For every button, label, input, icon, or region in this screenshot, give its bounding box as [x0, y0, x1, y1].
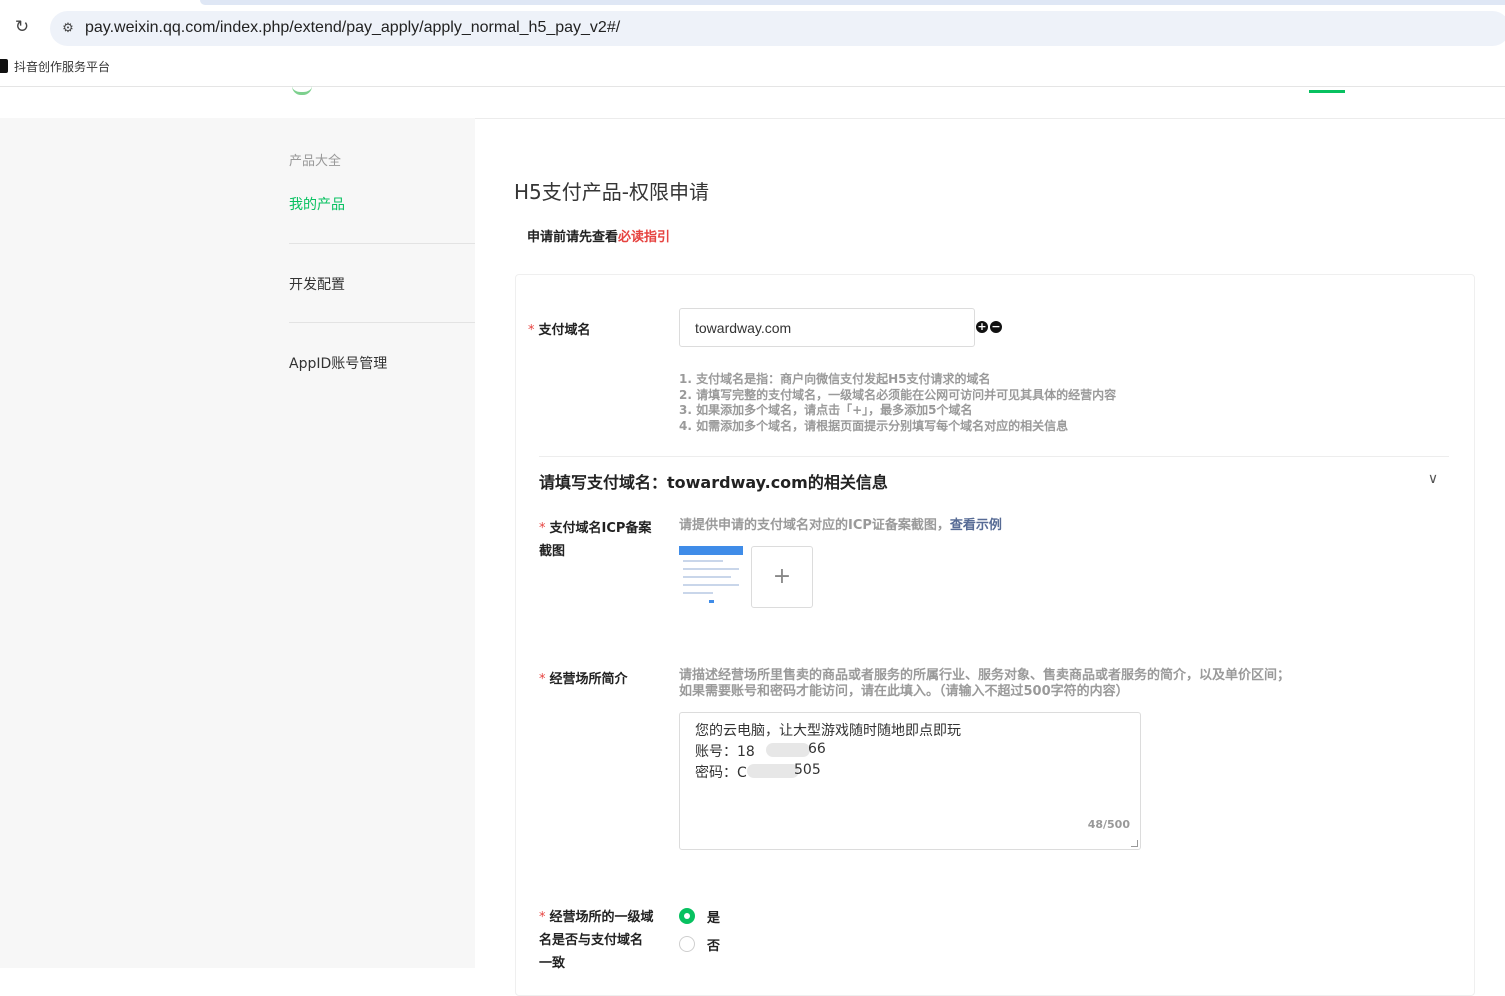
radio-yes-label[interactable]: 是	[707, 907, 720, 926]
bookmarks-bar	[0, 54, 1505, 86]
section-title: 请填写支付域名：towardway.com的相关信息	[539, 473, 888, 492]
hint-line: 4. 如需添加多个域名，请根据页面提示分别填写每个域名对应的相关信息	[679, 418, 1069, 433]
domain-hints: 1. 支付域名是指：商户向微信支付发起H5支付请求的域名 2. 请填写完整的支付…	[679, 372, 1116, 434]
url-text: pay.weixin.qq.com/index.php/extend/pay_a…	[85, 19, 621, 36]
char-counter: 48/500	[1087, 818, 1130, 831]
radio-no[interactable]	[679, 936, 695, 952]
sidebar-item-my-products[interactable]: 我的产品	[289, 194, 345, 214]
upload-button[interactable]: +	[751, 546, 813, 608]
notice-text: 申请前请先查看	[527, 230, 619, 245]
resize-handle[interactable]	[1131, 840, 1138, 847]
domain-input-value: towardway.com	[695, 320, 792, 336]
business-intro-label: * 经营场所简介	[539, 672, 628, 687]
address-bar[interactable]: ⚙ pay.weixin.qq.com/index.php/extend/pay…	[50, 11, 1505, 46]
guide-link[interactable]: 必读指引	[618, 230, 670, 245]
icp-label: * 支付域名ICP备案 截图	[539, 521, 652, 559]
sidebar-divider	[289, 322, 475, 323]
hint-line: 3. 如果添加多个域名，请点击「+」，最多添加5个域名	[679, 403, 973, 417]
view-example-link[interactable]: 查看示例	[950, 518, 1002, 533]
douyin-icon	[0, 59, 8, 73]
business-intro-textarea[interactable]: 您的云电脑，让大型游戏随时随地即点即玩 账号：18 66 密码：C 505 48…	[679, 712, 1141, 850]
reload-icon[interactable]: ↻	[13, 18, 31, 36]
domain-match-label: * 经营场所的一级域 名是否与支付域名 一致	[539, 910, 654, 971]
redacted-password	[747, 764, 799, 778]
radio-no-label[interactable]: 否	[707, 935, 720, 954]
tab-strip	[200, 0, 1505, 5]
icp-desc: 请提供申请的支付域名对应的ICP证备案截图，查看示例	[679, 518, 1002, 533]
nav-active-indicator	[1309, 90, 1345, 93]
browser-toolbar: ↻ ⚙ pay.weixin.qq.com/index.php/extend/p…	[0, 0, 1505, 54]
redacted-account	[766, 743, 810, 757]
sidebar-item-dev-config[interactable]: 开发配置	[289, 274, 345, 294]
sidebar-section-title: 产品大全	[289, 154, 342, 169]
domain-input[interactable]: towardway.com	[679, 308, 975, 347]
chevron-down-icon[interactable]: ∨	[1424, 470, 1442, 488]
bookmark-item[interactable]: 抖音创作服务平台	[14, 58, 110, 75]
page-title: H5支付产品-权限申请	[514, 180, 709, 204]
section-divider	[539, 456, 1449, 457]
business-intro-desc: 请描述经营场所里售卖的商品或者服务的所属行业、服务对象、售卖商品或者服务的简介，…	[679, 668, 1291, 699]
radio-yes[interactable]	[679, 908, 695, 924]
domain-label: * 支付域名	[528, 323, 591, 338]
site-info-icon[interactable]: ⚙	[58, 19, 78, 39]
sidebar	[0, 118, 475, 968]
hint-line: 1. 支付域名是指：商户向微信支付发起H5支付请求的域名	[679, 372, 991, 386]
minus-circle-icon[interactable]: −	[990, 321, 1002, 333]
plus-circle-icon[interactable]: +	[976, 321, 988, 333]
sidebar-divider	[289, 243, 475, 244]
notice: 申请前请先查看必读指引	[527, 226, 670, 245]
sidebar-item-appid[interactable]: AppID账号管理	[289, 353, 387, 373]
site-header	[0, 86, 1505, 119]
hint-line: 2. 请填写完整的支付域名，一级域名必须能在公网可访问并可见其具体的经营内容	[679, 387, 1117, 402]
icp-screenshot-thumbnail[interactable]	[679, 546, 743, 608]
